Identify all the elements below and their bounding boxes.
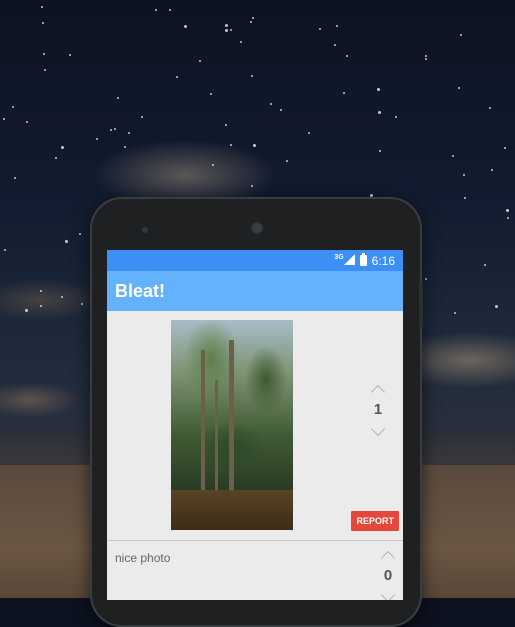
downvote-chevron-icon[interactable] xyxy=(370,421,386,437)
front-camera-icon xyxy=(142,227,148,233)
status-bar: 3G 6:16 xyxy=(107,250,403,271)
upvote-chevron-icon[interactable] xyxy=(370,384,386,400)
app-bar: Bleat! xyxy=(107,271,403,311)
side-button xyxy=(419,282,423,327)
list-item[interactable]: 1 REPORT xyxy=(107,311,403,541)
list-item[interactable]: nice photo 0 xyxy=(107,541,403,600)
vote-count: 0 xyxy=(383,567,393,584)
battery-icon xyxy=(359,253,367,266)
downvote-chevron-icon[interactable] xyxy=(380,587,396,600)
clock: 6:16 xyxy=(371,253,395,268)
post-photo[interactable] xyxy=(171,320,293,530)
report-button[interactable]: REPORT xyxy=(351,511,399,531)
network-type: 3G xyxy=(334,253,344,261)
vote-control: 0 xyxy=(373,549,403,600)
upvote-chevron-icon[interactable] xyxy=(380,550,396,566)
earpiece-speaker xyxy=(250,221,264,235)
vote-count: 1 xyxy=(373,401,383,418)
device-screen: 3G 6:16 Bleat! 1 REPORT nice photo 0 xyxy=(107,250,403,600)
post-list[interactable]: 1 REPORT nice photo 0 xyxy=(107,311,403,600)
signal-icon: 3G xyxy=(334,253,355,268)
app-title: Bleat! xyxy=(115,280,166,301)
vote-control: 1 xyxy=(363,383,393,438)
post-text: nice photo xyxy=(115,551,171,565)
